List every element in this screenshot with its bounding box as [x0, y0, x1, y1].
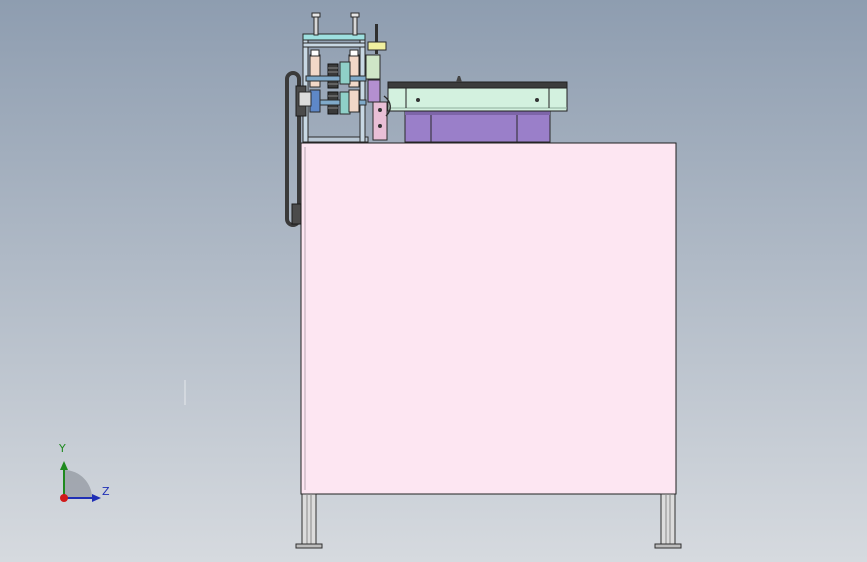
roller: [339, 61, 351, 85]
roller-shaft-upper: [305, 75, 367, 82]
leg-right-foot: [654, 543, 682, 549]
frame-plate-right: [359, 33, 366, 143]
cabinet-body[interactable]: [300, 142, 677, 495]
top-cover[interactable]: [387, 76, 568, 112]
pulley-lower: [291, 203, 302, 225]
lever-block: [367, 41, 387, 51]
cutter-slide: [372, 101, 388, 141]
cad-model-view[interactable]: [0, 0, 867, 562]
motor-housing: [404, 110, 551, 143]
motor-shadow: [405, 111, 550, 115]
axis-y-label: Y: [59, 442, 66, 455]
y-axis-arrow-icon: [60, 461, 68, 470]
screw-head-right: [350, 12, 360, 18]
block-cap: [310, 49, 320, 57]
cutter-holder: [365, 54, 381, 80]
triad-plane: [64, 470, 92, 498]
pulley-hub: [298, 91, 312, 107]
leg-right-post: [660, 493, 676, 545]
cad-viewport[interactable]: Y Z: [0, 0, 867, 562]
axis-z-label: Z: [102, 485, 110, 498]
bearing-block: [309, 54, 321, 88]
cover-top-edge: [387, 81, 568, 89]
leg-right[interactable]: [654, 493, 682, 549]
leg-left[interactable]: [295, 493, 323, 549]
screw-shaft-left: [313, 16, 319, 36]
cabinet[interactable]: [300, 142, 677, 495]
cover-bolt-icon: [535, 98, 539, 102]
motor-block[interactable]: [404, 110, 551, 143]
slide-bolt-icon: [378, 108, 382, 112]
lower-bearing-block: [348, 89, 360, 113]
frame-cross-bar: [302, 42, 366, 48]
z-axis-arrow-icon: [92, 494, 101, 502]
slide-bolt-icon: [378, 124, 382, 128]
screw-head-left: [311, 12, 321, 18]
cover-bolt-icon: [416, 98, 420, 102]
axis-origin-icon: [60, 494, 68, 502]
block-cap: [349, 49, 359, 57]
leg-left-post: [301, 493, 317, 545]
leg-left-foot: [295, 543, 323, 549]
cutter-cam: [367, 79, 381, 103]
mechanism-base: [305, 136, 369, 143]
screw-shaft-right: [352, 16, 358, 36]
cover-knob: [456, 76, 462, 82]
orientation-triad[interactable]: [60, 461, 101, 502]
